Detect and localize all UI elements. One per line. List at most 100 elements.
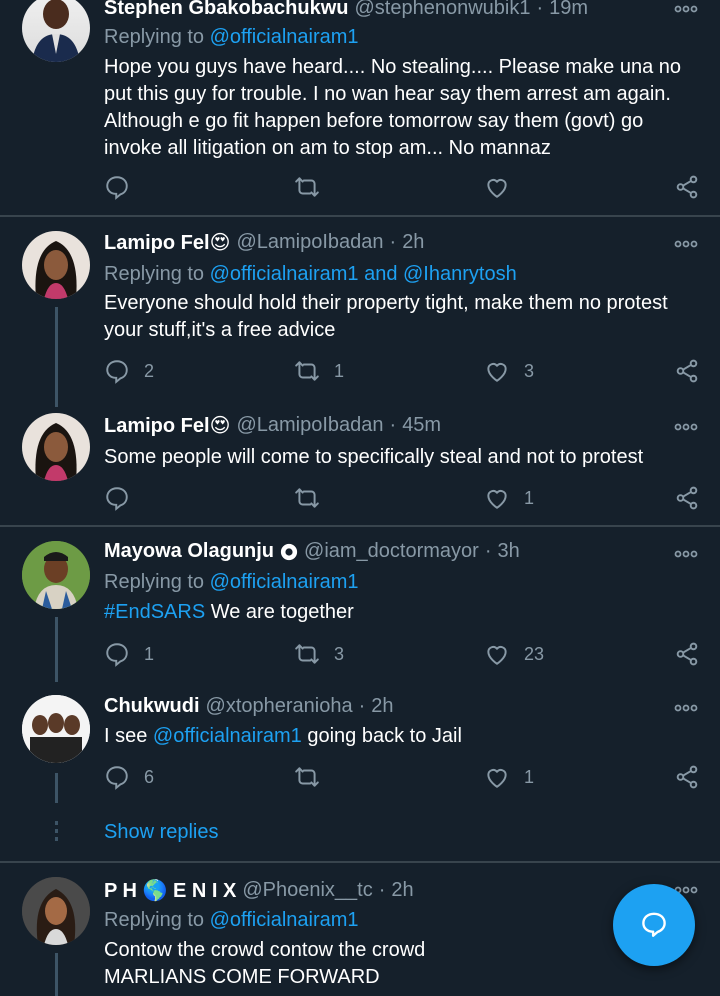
display-name[interactable]: P H 🌎 E N I X [104, 878, 236, 903]
replying-to-mention[interactable]: @officialnairam1 and @Ihanrytosh [210, 263, 517, 285]
avatar[interactable] [22, 231, 90, 299]
tweet-text: I see @officialnairam1 going back to Jai… [104, 723, 704, 750]
heart-eyes-emoji: 😍 [209, 415, 231, 437]
avatar[interactable] [22, 541, 90, 609]
more-options-icon[interactable] [674, 422, 698, 432]
display-name-text: Lamipo Fel [104, 232, 210, 254]
heart-eyes-emoji: 😍 [209, 232, 231, 254]
replying-to: Replying to @officialnairam1 [104, 26, 359, 49]
user-handle[interactable]: @LamipoIbadan [236, 414, 383, 437]
separator-dot: · [484, 540, 492, 562]
tweet-text-line-2: MARLIANS COME FORWARD [104, 966, 380, 988]
avatar[interactable] [22, 877, 90, 945]
reply-button[interactable] [104, 485, 130, 511]
replying-to: Replying to @officialnairam1 [104, 909, 359, 932]
display-name[interactable]: Chukwudi [104, 695, 200, 718]
share-icon [674, 641, 700, 667]
verified-badge-icon [280, 543, 298, 560]
tweet-text: Some people will come to specifically st… [104, 446, 644, 468]
user-handle[interactable]: @iam_doctormayor [304, 540, 479, 563]
tweet-text-line-1: Contow the crowd contow the crowd [104, 939, 426, 961]
tweet-text: Contow the crowd contow the crowd MARLIA… [104, 937, 704, 991]
retweet-icon [294, 358, 320, 384]
like-button[interactable]: 3 [484, 358, 534, 384]
retweet-count: 3 [334, 643, 345, 664]
avatar-image [35, 241, 77, 299]
timestamp[interactable]: 19m [549, 0, 588, 20]
action-bar: 6 1 [104, 764, 704, 794]
separator-dot: · [389, 231, 397, 253]
user-handle[interactable]: @stephenonwubik1 [354, 0, 530, 20]
retweet-count: 1 [334, 360, 345, 381]
more-options-icon[interactable] [674, 703, 698, 713]
like-icon [484, 174, 510, 200]
more-options-icon[interactable] [674, 239, 698, 249]
user-handle[interactable]: @xtopheranioha [206, 695, 353, 718]
display-name-text: Lamipo Fel [104, 415, 210, 437]
retweet-button[interactable]: 1 [294, 358, 344, 384]
tweet-6[interactable]: P H 🌎 E N I X @Phoenix__tc · 2h Replying… [0, 863, 720, 996]
like-button[interactable]: 1 [484, 485, 534, 511]
share-button[interactable] [674, 358, 700, 384]
user-handle[interactable]: @Phoenix__tc [242, 879, 372, 902]
avatar[interactable] [22, 695, 90, 763]
hashtag-link[interactable]: #EndSARS [104, 601, 205, 623]
show-replies-link[interactable]: Show replies [104, 821, 219, 844]
retweet-button[interactable] [294, 485, 320, 511]
display-name[interactable]: Lamipo Fel😍 [104, 230, 230, 255]
share-button[interactable] [674, 764, 700, 790]
share-button[interactable] [674, 174, 700, 200]
timestamp[interactable]: 3h [498, 540, 520, 563]
like-button[interactable] [484, 174, 510, 200]
replying-to-prefix: Replying to [104, 571, 205, 593]
user-handle[interactable]: @LamipoIbadan [236, 231, 383, 254]
retweet-icon [294, 485, 320, 511]
avatar[interactable] [22, 0, 90, 62]
timestamp[interactable]: 45m [402, 414, 441, 437]
mention-link[interactable]: @officialnairam1 [153, 725, 302, 747]
replying-to-mention[interactable]: @officialnairam1 [210, 571, 359, 593]
retweet-button[interactable]: 3 [294, 641, 344, 667]
timestamp[interactable]: 2h [402, 231, 424, 254]
compose-reply-button[interactable] [613, 884, 695, 966]
retweet-icon [294, 174, 320, 200]
avatar[interactable] [22, 413, 90, 481]
tweet-3[interactable]: Lamipo Fel😍 @LamipoIbadan · 45m Some peo… [0, 400, 720, 525]
reply-button[interactable]: 2 [104, 358, 154, 384]
reply-button[interactable]: 1 [104, 641, 154, 667]
timestamp[interactable]: 2h [391, 879, 413, 902]
replying-to-mention[interactable]: @officialnairam1 [210, 909, 359, 931]
like-icon [484, 358, 510, 384]
replying-to-mention[interactable]: @officialnairam1 [210, 26, 359, 48]
more-options-icon[interactable] [674, 549, 698, 559]
display-name[interactable]: Mayowa Olagunju [104, 540, 274, 563]
share-icon [674, 485, 700, 511]
share-button[interactable] [674, 641, 700, 667]
tweet-5[interactable]: Chukwudi @xtopheranioha · 2h I see @offi… [0, 685, 720, 860]
like-button[interactable]: 1 [484, 764, 534, 790]
display-name[interactable]: Lamipo Fel😍 [104, 413, 230, 438]
reply-count: 6 [144, 766, 155, 787]
tweet-4[interactable]: Mayowa Olagunju @iam_doctormayor · 3h Re… [0, 527, 720, 682]
like-button[interactable]: 23 [484, 641, 544, 667]
separator-dot: · [536, 0, 544, 19]
avatar-image [35, 423, 77, 481]
replying-to: Replying to @officialnairam1 and @Ihanry… [104, 263, 517, 286]
replying-to: Replying to @officialnairam1 [104, 571, 359, 594]
retweet-button[interactable] [294, 764, 320, 790]
action-bar [104, 174, 704, 204]
reply-button[interactable]: 6 [104, 764, 154, 790]
timestamp[interactable]: 2h [371, 695, 393, 718]
tweet-text-before: I see [104, 725, 153, 747]
avatar-image [22, 877, 90, 945]
share-button[interactable] [674, 485, 700, 511]
like-icon [484, 485, 510, 511]
more-options-icon[interactable] [674, 4, 698, 14]
display-name[interactable]: Stephen Gbakobachukwu [104, 0, 348, 20]
avatar-image [32, 0, 80, 62]
reply-button[interactable] [104, 174, 130, 200]
avatar-image [22, 695, 90, 763]
retweet-button[interactable] [294, 174, 320, 200]
tweet-2[interactable]: Lamipo Fel😍 @LamipoIbadan · 2h Replying … [0, 217, 720, 407]
tweet-1[interactable]: Stephen Gbakobachukwu @stephenonwubik1 ·… [0, 0, 720, 215]
